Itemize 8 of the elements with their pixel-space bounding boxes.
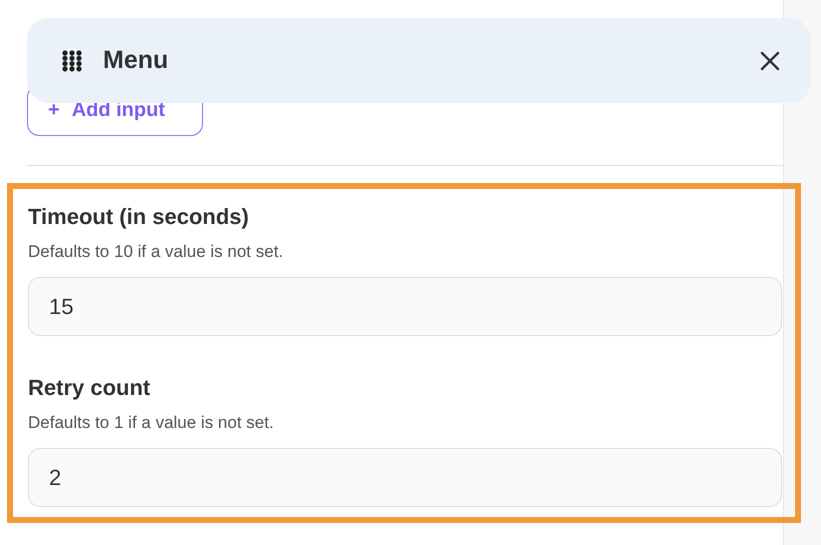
input-field[interactable]: 15 xyxy=(28,277,782,336)
field-help-text: Defaults to 10 if a value is not set. xyxy=(28,241,284,263)
field-label: Retry count xyxy=(28,374,152,402)
menu-title: Menu xyxy=(103,46,170,75)
input-field[interactable]: 2 xyxy=(28,448,782,507)
grid-dots-icon[interactable] xyxy=(61,50,83,72)
field-help-text: Defaults to 1 if a value is not set. xyxy=(28,412,275,434)
field-label: Timeout (in seconds) xyxy=(28,203,250,231)
